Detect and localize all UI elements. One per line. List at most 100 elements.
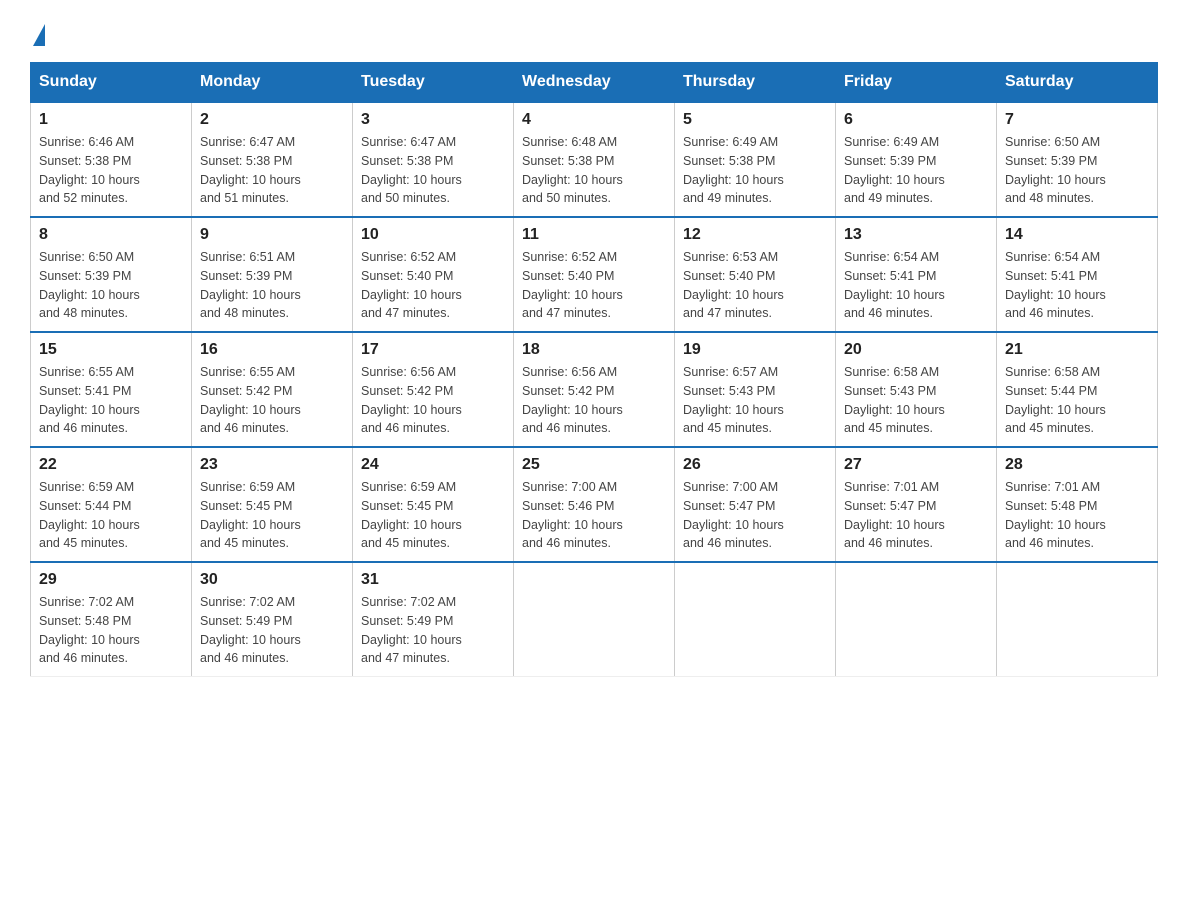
calendar-cell	[997, 562, 1158, 677]
calendar-cell	[675, 562, 836, 677]
day-info: Sunrise: 6:49 AMSunset: 5:39 PMDaylight:…	[844, 133, 988, 208]
day-number: 12	[683, 226, 827, 244]
day-number: 24	[361, 456, 505, 474]
day-info: Sunrise: 6:56 AMSunset: 5:42 PMDaylight:…	[522, 363, 666, 438]
day-info: Sunrise: 6:59 AMSunset: 5:44 PMDaylight:…	[39, 478, 183, 553]
day-info: Sunrise: 6:53 AMSunset: 5:40 PMDaylight:…	[683, 248, 827, 323]
calendar-header-thursday: Thursday	[675, 63, 836, 103]
day-info: Sunrise: 6:47 AMSunset: 5:38 PMDaylight:…	[200, 133, 344, 208]
calendar-cell: 14 Sunrise: 6:54 AMSunset: 5:41 PMDayligh…	[997, 217, 1158, 332]
day-info: Sunrise: 6:58 AMSunset: 5:43 PMDaylight:…	[844, 363, 988, 438]
day-number: 28	[1005, 456, 1149, 474]
calendar-cell: 3Sunrise: 6:47 AMSunset: 5:38 PMDaylight…	[353, 102, 514, 217]
calendar-cell: 28 Sunrise: 7:01 AMSunset: 5:48 PMDayligh…	[997, 447, 1158, 562]
day-number: 18	[522, 341, 666, 359]
day-info: Sunrise: 6:51 AMSunset: 5:39 PMDaylight:…	[200, 248, 344, 323]
day-number: 25	[522, 456, 666, 474]
calendar-header-sunday: Sunday	[31, 63, 192, 103]
day-number: 2	[200, 111, 344, 129]
calendar-cell: 12 Sunrise: 6:53 AMSunset: 5:40 PMDayligh…	[675, 217, 836, 332]
calendar-cell	[514, 562, 675, 677]
calendar-cell: 26 Sunrise: 7:00 AMSunset: 5:47 PMDayligh…	[675, 447, 836, 562]
calendar-header-monday: Monday	[192, 63, 353, 103]
calendar-week-row: 15 Sunrise: 6:55 AMSunset: 5:41 PMDayligh…	[31, 332, 1158, 447]
day-info: Sunrise: 6:55 AMSunset: 5:41 PMDaylight:…	[39, 363, 183, 438]
calendar-cell	[836, 562, 997, 677]
day-number: 5	[683, 111, 827, 129]
day-number: 1	[39, 111, 183, 129]
day-info: Sunrise: 6:49 AMSunset: 5:38 PMDaylight:…	[683, 133, 827, 208]
day-number: 29	[39, 571, 183, 589]
day-info: Sunrise: 6:56 AMSunset: 5:42 PMDaylight:…	[361, 363, 505, 438]
logo	[30, 20, 45, 42]
day-number: 17	[361, 341, 505, 359]
calendar-cell: 21 Sunrise: 6:58 AMSunset: 5:44 PMDayligh…	[997, 332, 1158, 447]
day-number: 26	[683, 456, 827, 474]
day-info: Sunrise: 6:48 AMSunset: 5:38 PMDaylight:…	[522, 133, 666, 208]
calendar-cell: 18 Sunrise: 6:56 AMSunset: 5:42 PMDayligh…	[514, 332, 675, 447]
day-info: Sunrise: 6:58 AMSunset: 5:44 PMDaylight:…	[1005, 363, 1149, 438]
day-info: Sunrise: 6:52 AMSunset: 5:40 PMDaylight:…	[361, 248, 505, 323]
day-info: Sunrise: 7:01 AMSunset: 5:47 PMDaylight:…	[844, 478, 988, 553]
day-number: 7	[1005, 111, 1149, 129]
day-info: Sunrise: 7:02 AMSunset: 5:49 PMDaylight:…	[361, 593, 505, 668]
calendar-cell: 13 Sunrise: 6:54 AMSunset: 5:41 PMDayligh…	[836, 217, 997, 332]
day-info: Sunrise: 6:59 AMSunset: 5:45 PMDaylight:…	[361, 478, 505, 553]
calendar-cell: 2 Sunrise: 6:47 AMSunset: 5:38 PMDaylight…	[192, 102, 353, 217]
day-number: 8	[39, 226, 183, 244]
day-info: Sunrise: 7:00 AMSunset: 5:46 PMDaylight:…	[522, 478, 666, 553]
calendar-cell: 29 Sunrise: 7:02 AMSunset: 5:48 PMDayligh…	[31, 562, 192, 677]
day-info: Sunrise: 6:52 AMSunset: 5:40 PMDaylight:…	[522, 248, 666, 323]
calendar-cell: 24 Sunrise: 6:59 AMSunset: 5:45 PMDayligh…	[353, 447, 514, 562]
calendar-cell: 9Sunrise: 6:51 AMSunset: 5:39 PMDaylight…	[192, 217, 353, 332]
day-info: Sunrise: 6:57 AMSunset: 5:43 PMDaylight:…	[683, 363, 827, 438]
day-info: Sunrise: 6:50 AMSunset: 5:39 PMDaylight:…	[39, 248, 183, 323]
calendar-cell: 11 Sunrise: 6:52 AMSunset: 5:40 PMDayligh…	[514, 217, 675, 332]
day-number: 15	[39, 341, 183, 359]
day-number: 6	[844, 111, 988, 129]
calendar-cell: 19 Sunrise: 6:57 AMSunset: 5:43 PMDayligh…	[675, 332, 836, 447]
day-number: 23	[200, 456, 344, 474]
day-number: 21	[1005, 341, 1149, 359]
calendar-week-row: 22 Sunrise: 6:59 AMSunset: 5:44 PMDayligh…	[31, 447, 1158, 562]
day-number: 10	[361, 226, 505, 244]
day-number: 31	[361, 571, 505, 589]
day-info: Sunrise: 6:46 AMSunset: 5:38 PMDaylight:…	[39, 133, 183, 208]
calendar-cell: 17 Sunrise: 6:56 AMSunset: 5:42 PMDayligh…	[353, 332, 514, 447]
day-info: Sunrise: 6:50 AMSunset: 5:39 PMDaylight:…	[1005, 133, 1149, 208]
day-info: Sunrise: 7:02 AMSunset: 5:49 PMDaylight:…	[200, 593, 344, 668]
calendar-cell: 27 Sunrise: 7:01 AMSunset: 5:47 PMDayligh…	[836, 447, 997, 562]
calendar-cell: 31 Sunrise: 7:02 AMSunset: 5:49 PMDayligh…	[353, 562, 514, 677]
calendar-cell: 30Sunrise: 7:02 AMSunset: 5:49 PMDayligh…	[192, 562, 353, 677]
day-number: 11	[522, 226, 666, 244]
day-number: 27	[844, 456, 988, 474]
day-number: 16	[200, 341, 344, 359]
day-info: Sunrise: 7:00 AMSunset: 5:47 PMDaylight:…	[683, 478, 827, 553]
calendar-cell: 1 Sunrise: 6:46 AMSunset: 5:38 PMDaylight…	[31, 102, 192, 217]
day-number: 19	[683, 341, 827, 359]
day-info: Sunrise: 6:54 AMSunset: 5:41 PMDaylight:…	[1005, 248, 1149, 323]
calendar-header-saturday: Saturday	[997, 63, 1158, 103]
day-number: 13	[844, 226, 988, 244]
calendar-cell: 23Sunrise: 6:59 AMSunset: 5:45 PMDayligh…	[192, 447, 353, 562]
calendar-cell: 4Sunrise: 6:48 AMSunset: 5:38 PMDaylight…	[514, 102, 675, 217]
calendar-cell: 16Sunrise: 6:55 AMSunset: 5:42 PMDayligh…	[192, 332, 353, 447]
calendar-week-row: 8 Sunrise: 6:50 AMSunset: 5:39 PMDaylight…	[31, 217, 1158, 332]
calendar-cell: 22 Sunrise: 6:59 AMSunset: 5:44 PMDayligh…	[31, 447, 192, 562]
calendar-cell: 6 Sunrise: 6:49 AMSunset: 5:39 PMDaylight…	[836, 102, 997, 217]
calendar-week-row: 1 Sunrise: 6:46 AMSunset: 5:38 PMDaylight…	[31, 102, 1158, 217]
calendar-cell: 20 Sunrise: 6:58 AMSunset: 5:43 PMDayligh…	[836, 332, 997, 447]
calendar-table: SundayMondayTuesdayWednesdayThursdayFrid…	[30, 62, 1158, 677]
day-number: 20	[844, 341, 988, 359]
calendar-cell: 8 Sunrise: 6:50 AMSunset: 5:39 PMDaylight…	[31, 217, 192, 332]
calendar-cell: 15 Sunrise: 6:55 AMSunset: 5:41 PMDayligh…	[31, 332, 192, 447]
day-info: Sunrise: 7:02 AMSunset: 5:48 PMDaylight:…	[39, 593, 183, 668]
calendar-cell: 10 Sunrise: 6:52 AMSunset: 5:40 PMDayligh…	[353, 217, 514, 332]
day-info: Sunrise: 6:47 AMSunset: 5:38 PMDaylight:…	[361, 133, 505, 208]
day-number: 14	[1005, 226, 1149, 244]
calendar-header-row: SundayMondayTuesdayWednesdayThursdayFrid…	[31, 63, 1158, 103]
day-info: Sunrise: 6:54 AMSunset: 5:41 PMDaylight:…	[844, 248, 988, 323]
calendar-header-tuesday: Tuesday	[353, 63, 514, 103]
day-number: 22	[39, 456, 183, 474]
day-info: Sunrise: 7:01 AMSunset: 5:48 PMDaylight:…	[1005, 478, 1149, 553]
